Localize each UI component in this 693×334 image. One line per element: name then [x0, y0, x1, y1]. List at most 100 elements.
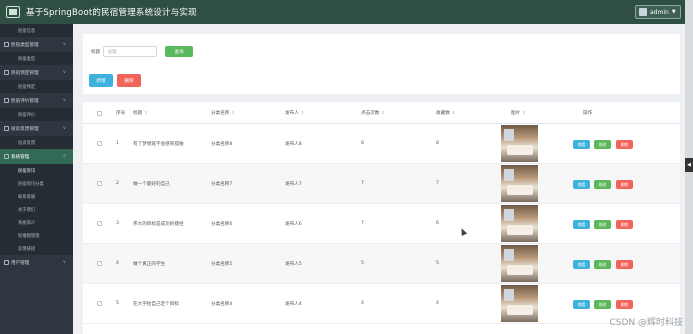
row-checkbox[interactable] — [97, 141, 102, 146]
row-checkbox[interactable] — [97, 301, 102, 306]
chevron-down-icon: ∨ — [62, 98, 66, 103]
menu-icon — [4, 260, 9, 265]
header-image-label: 图片 — [511, 111, 521, 116]
right-rail: ◀ — [685, 0, 693, 334]
sidebar-group-review[interactable]: 民宿评价管理 ∨ — [0, 93, 73, 108]
table-row: 3 伟大的目标是成功的捷径 分类名称6 发布人6 7 6 查看 修改 删除 — [83, 204, 680, 244]
search-label: 标题 — [91, 50, 101, 55]
edit-button[interactable]: 修改 — [594, 300, 611, 309]
user-menu-button[interactable]: admin ▼ — [635, 5, 681, 19]
header-image[interactable]: 图片 ⇕ — [511, 110, 526, 116]
add-button[interactable]: 新增 — [89, 74, 113, 87]
sidebar-item-system-intro[interactable]: 系统简介 — [0, 216, 73, 229]
sidebar-item-complaint[interactable]: 投诉反馈 — [0, 136, 73, 149]
cell-title: 做个真正的学生 — [133, 262, 166, 267]
sidebar-item-review[interactable]: 民宿评价 — [0, 108, 73, 121]
row-checkbox[interactable] — [97, 261, 102, 266]
table-row: 1 有了梦想就不会感到孤独 分类名称8 发布人8 8 8 查看 修改 删除 — [83, 124, 680, 164]
sidebar-group-system[interactable]: 系统管理 ∧ — [0, 149, 73, 164]
delete-row-button[interactable]: 删除 — [616, 220, 633, 229]
edit-button[interactable]: 修改 — [594, 140, 611, 149]
cell-favorites: 8 — [436, 141, 439, 146]
sidebar-item-label: 民宿信息 — [18, 28, 36, 34]
cell-category: 分类名称5 — [211, 262, 233, 267]
view-button[interactable]: 查看 — [573, 140, 590, 149]
delete-button[interactable]: 删除 — [117, 74, 141, 87]
sidebar-item-label: 系统简介 — [18, 220, 36, 226]
panel-toggle-button[interactable]: ◀ — [685, 158, 693, 172]
sort-icon: ⇕ — [144, 110, 148, 115]
chevron-up-icon: ∧ — [62, 154, 66, 159]
chevron-down-icon: ∨ — [62, 260, 66, 265]
grid-icon — [4, 154, 9, 159]
room-thumbnail[interactable] — [501, 285, 538, 322]
table-row: 4 做个真正的学生 分类名称5 发布人5 5 5 查看 修改 删除 — [83, 244, 680, 284]
view-button[interactable]: 查看 — [573, 300, 590, 309]
window-shape — [504, 209, 514, 221]
sidebar-item-label: 联系客服 — [18, 194, 36, 200]
room-thumbnail[interactable] — [501, 165, 538, 202]
delete-row-button[interactable]: 删除 — [616, 260, 633, 269]
sidebar-item-about-us[interactable]: 关于我们 — [0, 203, 73, 216]
header-title[interactable]: 标题 ⇕ — [133, 110, 148, 116]
select-all-checkbox[interactable] — [97, 111, 102, 116]
sidebar-group-users[interactable]: 用户管理 ∨ — [0, 255, 73, 270]
sidebar-group-booking[interactable]: 民宿预定管理 ∨ — [0, 65, 73, 80]
menu-icon — [4, 126, 9, 131]
view-button[interactable]: 查看 — [573, 260, 590, 269]
sidebar-group-complaint[interactable]: 投诉反馈管理 ∨ — [0, 121, 73, 136]
sort-icon: ⇕ — [381, 110, 385, 115]
search-button[interactable]: 查询 — [165, 46, 193, 57]
room-thumbnail[interactable] — [501, 125, 538, 162]
edit-button[interactable]: 修改 — [594, 180, 611, 189]
cell-publisher: 发布人4 — [285, 302, 302, 307]
bed-shape — [507, 145, 533, 155]
cell-publisher: 发布人6 — [285, 222, 302, 227]
room-thumbnail[interactable] — [501, 245, 538, 282]
view-button[interactable]: 查看 — [573, 180, 590, 189]
chevron-down-icon: ∨ — [62, 126, 66, 131]
cell-favorites: 6 — [436, 221, 439, 226]
header-publisher[interactable]: 发布人 ⇕ — [285, 110, 304, 116]
sidebar-item-booking[interactable]: 民宿预定 — [0, 80, 73, 93]
sidebar-item-carousel[interactable]: 轮播图管理 — [0, 229, 73, 242]
cell-index: 5 — [116, 301, 119, 306]
sidebar-item-label: 民宿类型 — [18, 56, 36, 62]
room-thumbnail[interactable] — [501, 205, 538, 242]
view-button[interactable]: 查看 — [573, 220, 590, 229]
cell-publisher: 发布人7 — [285, 182, 302, 187]
edit-button[interactable]: 修改 — [594, 220, 611, 229]
cell-category: 分类名称8 — [211, 142, 233, 147]
header-category[interactable]: 分类名称 ⇕ — [211, 110, 235, 116]
delete-row-button[interactable]: 删除 — [616, 300, 633, 309]
sidebar-item-homestay-type[interactable]: 民宿类型 — [0, 52, 73, 65]
sidebar-item-homestay-info[interactable]: 民宿信息 — [0, 24, 73, 37]
sidebar-item-news[interactable]: 民宿资讯 — [0, 164, 73, 177]
sidebar-item-label: 民宿资讯 — [18, 168, 36, 174]
delete-row-button[interactable]: 删除 — [616, 180, 633, 189]
delete-row-button[interactable]: 删除 — [616, 140, 633, 149]
search-input[interactable]: 标题 — [103, 46, 157, 57]
sidebar-group-homestay-type[interactable]: 民宿类型管理 ∨ — [0, 37, 73, 52]
header-favorites[interactable]: 收藏数 ⇕ — [436, 110, 455, 116]
sidebar-item-news-category[interactable]: 民宿资讯分类 — [0, 177, 73, 190]
header-clicks[interactable]: 点击次数 ⇕ — [361, 110, 385, 116]
cell-clicks: 7 — [361, 221, 364, 226]
main-content: 标题 标题 查询 新增 删除 序号 标题 ⇕ 分类名称 ⇕ 发布人 ⇕ 点击次数 ⇕ 收… — [73, 24, 685, 334]
chevron-down-icon: ∨ — [62, 42, 66, 47]
bed-shape — [507, 185, 533, 195]
row-checkbox[interactable] — [97, 221, 102, 226]
table-header: 序号 标题 ⇕ 分类名称 ⇕ 发布人 ⇕ 点击次数 ⇕ 收藏数 ⇕ 图片 ⇕ 操作 — [83, 102, 680, 124]
edit-button[interactable]: 修改 — [594, 260, 611, 269]
header-index: 序号 — [116, 111, 126, 116]
sidebar-group-label: 民宿预定管理 — [11, 70, 39, 76]
app-logo-icon — [6, 6, 20, 18]
cell-category: 分类名称7 — [211, 182, 233, 187]
sidebar-item-customer-service[interactable]: 联系客服 — [0, 190, 73, 203]
sidebar-item-friend-links[interactable]: 友情链接 — [0, 242, 73, 255]
header-publisher-label: 发布人 — [285, 111, 299, 116]
sidebar-item-label: 投诉反馈 — [18, 140, 36, 146]
row-checkbox[interactable] — [97, 181, 102, 186]
menu-icon — [4, 42, 9, 47]
cell-category: 分类名称6 — [211, 222, 233, 227]
